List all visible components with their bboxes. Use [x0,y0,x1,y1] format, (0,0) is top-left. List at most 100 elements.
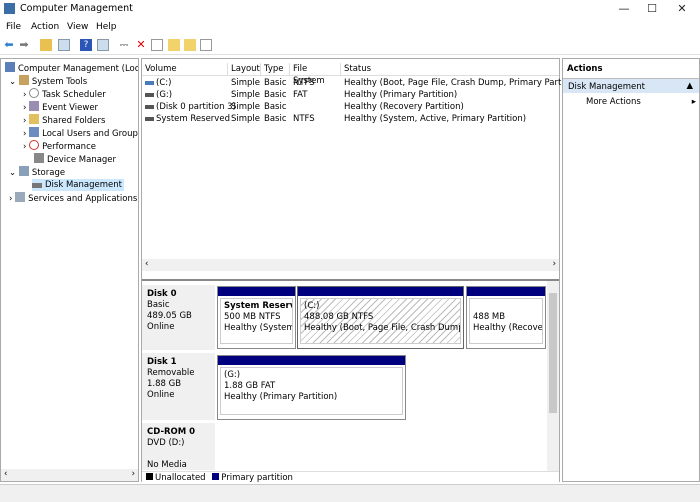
partition-recovery[interactable]: 488 MBHealthy (Recovery [466,286,546,349]
tree-item-performance[interactable]: › Performance [23,140,96,152]
partition-c[interactable]: (C:) 488.08 GB NTFS Healthy (Boot, Page Fi… [297,286,464,349]
tree-label: Performance [42,142,96,152]
help-icon[interactable]: ? [80,39,92,51]
menu-help[interactable]: Help [96,22,117,32]
connect-icon[interactable]: ⎓ [118,39,130,51]
delete-icon[interactable]: ✕ [135,39,147,51]
column-layout[interactable]: Layout [228,63,261,75]
tree-item-computer-management[interactable]: Computer Management (Local [5,62,139,74]
volume-icon [145,105,154,109]
show-hide-tree-icon[interactable] [58,39,70,51]
volume-cell: Healthy (Boot, Page File, Crash Dump, Pr… [344,78,584,88]
search-icon[interactable] [184,39,196,51]
storage-icon [18,166,29,176]
more-actions-item[interactable]: More Actions ▸ [586,97,696,107]
maximize-button[interactable]: ☐ [638,0,666,18]
volume-cell: NTFS [293,78,315,88]
scroll-left-icon[interactable]: ‹ [4,469,7,479]
tree-label: Computer Management (Local [18,64,139,74]
collapse-icon[interactable]: ▲ [686,81,693,91]
partition-name: (G:) [224,370,241,380]
volume-list-horizontal-scrollbar[interactable]: ‹ › [142,259,559,271]
volume-cell: (G:) [156,90,173,100]
volume-icon [145,93,154,97]
partition-size: 500 MB NTFS [224,312,281,322]
tree-item-services[interactable]: › Services and Applications [9,192,137,204]
tree-label: Shared Folders [42,116,106,126]
back-icon[interactable]: ⬅ [3,39,15,51]
forward-icon[interactable]: ➡ [18,39,30,51]
shared-folder-icon [29,114,40,124]
tree-label: Device Manager [47,155,117,165]
tree-item-local-users[interactable]: › Local Users and Groups [23,127,138,139]
disk-type: DVD (D:) [147,438,185,448]
chevron-right-icon: ▸ [691,97,696,107]
volume-row[interactable]: (C:) Simple Basic NTFS Healthy (Boot, Page F… [142,77,583,89]
volume-cell: Healthy (Primary Partition) [344,90,458,100]
disk-1-label[interactable]: Disk 1 Removable 1.88 GB Online [142,353,215,421]
computer-icon [5,62,15,72]
up-folder-icon[interactable] [40,39,52,51]
volume-cell: Basic [264,102,287,112]
tree-horizontal-scrollbar[interactable]: ‹ › [1,469,138,481]
navigation-tree: Computer Management (Local ⌄ System Tool… [0,58,139,482]
disk-type: Basic [147,300,170,310]
column-status[interactable]: Status [341,63,559,75]
properties-icon[interactable] [151,39,163,51]
column-type[interactable]: Type [261,63,290,75]
tree-item-device-manager[interactable]: Device Manager [34,153,116,165]
disk-name: Disk 1 [147,357,177,367]
graph-vertical-scrollbar[interactable] [547,281,559,471]
actions-pane: Actions Disk Management ▲ More Actions ▸ [562,58,700,482]
console-icon[interactable] [200,39,212,51]
scroll-right-icon[interactable]: › [132,469,135,479]
column-file-system[interactable]: File System [290,63,341,86]
services-icon [15,192,26,202]
actions-header: Actions [567,64,603,74]
volume-row[interactable]: (Disk 0 partition 3) Simple Basic Healthy (… [142,101,559,113]
disk-state: Online [147,322,175,332]
tree-item-event-viewer[interactable]: › Event Viewer [23,101,98,113]
partition-size: 488 MB [473,312,506,322]
close-button[interactable]: ✕ [668,0,696,18]
import-icon[interactable] [168,39,180,51]
volume-cell: System Reserved [156,114,230,124]
menu-file[interactable]: File [6,22,21,32]
toolbar: ⬅ ➡ ? ⎓ ✕ [0,37,700,55]
volume-cell: Simple [231,78,261,88]
disk-icon [32,183,42,188]
unallocated-swatch [146,473,153,480]
partition-system-reserved[interactable]: System Reserved500 MB NTFSHealthy (Syste… [217,286,296,349]
legend-primary: Primary partition [221,473,293,483]
tree-item-storage[interactable]: ⌄ Storage [9,166,65,178]
tree-item-disk-management[interactable]: Disk Management [32,179,124,191]
actions-section-disk-management[interactable]: Disk Management ▲ [563,78,699,93]
scroll-left-icon[interactable]: ‹ [145,259,148,269]
partition-g[interactable]: (G:) 1.88 GB FAT Healthy (Primary Partitio… [217,355,406,420]
tree-label: Task Scheduler [42,90,106,100]
show-action-pane-icon[interactable] [97,39,109,51]
performance-icon [29,140,40,150]
tree-item-task-scheduler[interactable]: › Task Scheduler [23,88,106,100]
legend: Unallocated Primary partition [142,471,559,483]
cdrom-0-label[interactable]: CD-ROM 0 DVD (D:) No Media [142,423,215,471]
tree-item-system-tools[interactable]: ⌄ System Tools [9,75,87,87]
partition-size: 488.08 GB NTFS [304,312,374,322]
disk-state: Online [147,390,175,400]
partition-status: Healthy (Recovery [473,323,543,333]
disk-management-pane: Volume Layout Type File System Status (C… [141,58,583,483]
volume-icon [145,117,154,121]
tree-item-shared-folders[interactable]: › Shared Folders [23,114,105,126]
volume-row[interactable]: System Reserved Simple Basic NTFS Healthy (S… [142,113,559,125]
column-volume[interactable]: Volume [142,63,228,75]
menu-view[interactable]: View [67,22,88,32]
volume-row[interactable]: (G:) Simple Basic FAT Healthy (Primary Parti… [142,89,559,101]
menu-action[interactable]: Action [31,22,59,32]
disk-0-label[interactable]: Disk 0 Basic 489.05 GB Online [142,285,215,351]
users-icon [29,127,40,137]
menu-bar: File Action View Help [0,19,700,36]
scroll-right-icon[interactable]: › [553,259,556,269]
scroll-thumb[interactable] [549,293,557,413]
partition-name: System Reserved [224,301,292,311]
minimize-button[interactable]: — [610,0,638,18]
